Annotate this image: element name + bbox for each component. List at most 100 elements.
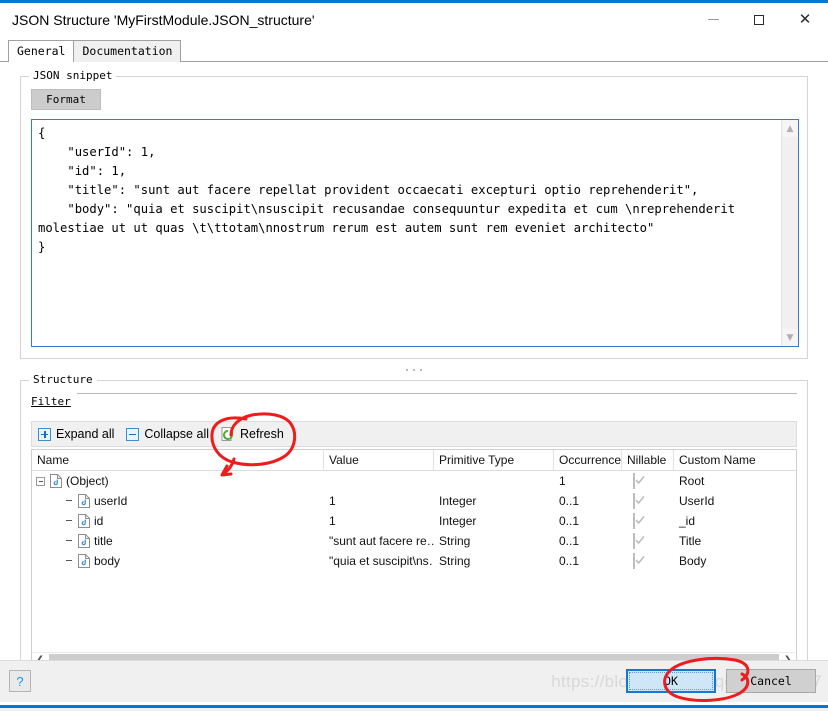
cell-occurrence: 1 (559, 474, 566, 488)
nillable-checkbox[interactable] (633, 553, 645, 569)
format-button[interactable]: Format (31, 89, 101, 110)
nillable-checkbox[interactable] (633, 493, 645, 509)
plus-box-icon (38, 427, 51, 441)
cell-custom-name[interactable]: Title (674, 531, 796, 551)
collapse-all-label: Collapse all (144, 427, 209, 441)
tree-header-row: Name Value Primitive Type Occurrence Nil… (32, 450, 796, 471)
tab-strip: General Documentation (0, 40, 828, 63)
cell-nillable (622, 471, 674, 491)
splitter-dot (406, 369, 408, 371)
collapse-all-button[interactable]: Collapse all (126, 427, 209, 441)
json-snippet-text: { "userId": 1, "id": 1, "title": "sunt a… (38, 126, 736, 254)
json-node-icon (78, 534, 90, 548)
cell-name: body (32, 551, 324, 571)
window-controls: ✕ (690, 3, 828, 36)
maximize-icon (754, 14, 764, 25)
node-label: body (94, 554, 121, 568)
json-node-icon (50, 474, 62, 488)
cell-name: (Object) (32, 471, 324, 491)
column-header-occurrence[interactable]: Occurrence (554, 450, 622, 470)
panel-splitter[interactable] (0, 364, 828, 376)
tree-indent (64, 557, 73, 566)
json-node-icon (78, 494, 90, 508)
dialog-footer: ? https://blog.csdn.net/qq_39243017 OK C… (0, 660, 828, 702)
json-node-icon (78, 554, 90, 568)
tree-indent (64, 517, 73, 526)
cell-primitive-type: String (439, 534, 471, 548)
scrollbar-thumb[interactable] (782, 137, 798, 329)
cell-custom-name[interactable]: Body (674, 551, 796, 571)
focus-outline (629, 672, 713, 690)
question-mark-icon: ? (16, 673, 24, 689)
expand-all-label: Expand all (56, 427, 115, 441)
refresh-icon (221, 426, 235, 442)
cell-name: userId (32, 491, 324, 511)
collapse-toggle-icon[interactable] (36, 476, 45, 486)
table-row[interactable]: userId 1 Integer 0..1 UserId (32, 491, 796, 511)
scroll-down-icon[interactable]: ▼ (782, 329, 798, 346)
structure-group-title: Structure (29, 373, 97, 386)
node-label: (Object) (66, 474, 109, 488)
table-row[interactable]: (Object) 1 Root (32, 471, 796, 491)
minus-box-icon (126, 427, 140, 441)
tree-indent (64, 497, 73, 506)
column-header-name[interactable]: Name (32, 450, 324, 470)
json-snippet-group-title: JSON snippet (29, 69, 117, 82)
cell-value: "sunt aut facere re… (329, 534, 434, 548)
cell-custom-name[interactable]: UserId (674, 491, 796, 511)
close-button[interactable]: ✕ (782, 3, 828, 36)
column-header-value[interactable]: Value (324, 450, 434, 470)
node-label: title (94, 534, 113, 548)
column-header-primitive-type[interactable]: Primitive Type (434, 450, 554, 470)
tab-documentation[interactable]: Documentation (73, 40, 182, 62)
cell-nillable (622, 511, 674, 531)
scroll-up-icon[interactable]: ▲ (782, 120, 798, 137)
cell-value: 1 (329, 514, 336, 528)
cell-name: title (32, 531, 324, 551)
help-button[interactable]: ? (9, 670, 31, 692)
filter-input[interactable] (77, 393, 797, 413)
nillable-checkbox[interactable] (633, 473, 645, 489)
nillable-checkbox[interactable] (633, 533, 645, 549)
splitter-dot (413, 369, 415, 371)
nillable-checkbox[interactable] (633, 513, 645, 529)
filter-row: Filter (31, 393, 797, 414)
dialog-body: JSON snippet Format { "userId": 1, "id":… (0, 62, 828, 683)
json-snippet-vertical-scrollbar[interactable]: ▲ ▼ (781, 120, 798, 346)
filter-label: Filter (31, 395, 71, 408)
json-snippet-editor[interactable]: { "userId": 1, "id": 1, "title": "sunt a… (31, 119, 799, 347)
table-row[interactable]: title "sunt aut facere re… String 0..1 Title (32, 531, 796, 551)
close-icon: ✕ (798, 10, 812, 28)
node-label: id (94, 514, 104, 528)
cell-occurrence: 0..1 (559, 554, 580, 568)
splitter-dot (420, 369, 422, 371)
cell-nillable (622, 531, 674, 551)
json-node-icon (78, 514, 90, 528)
json-snippet-group: JSON snippet Format { "userId": 1, "id":… (20, 69, 808, 359)
minimize-icon (707, 19, 719, 20)
cell-custom-name[interactable]: Root (674, 471, 796, 491)
structure-tree: Name Value Primitive Type Occurrence Nil… (31, 449, 797, 668)
cell-primitive-type: Integer (439, 514, 477, 528)
structure-toolbar: Expand all Collapse all Refresh (31, 421, 797, 447)
title-bar: JSON Structure 'MyFirstModule.JSON_struc… (0, 3, 828, 36)
column-header-nillable[interactable]: Nillable (622, 450, 674, 470)
table-row[interactable]: body "quia et suscipit\ns… String 0..1 Body (32, 551, 796, 571)
tree-rows: (Object) 1 Root userId 1 Integer 0..1 UserId id 1… (32, 471, 796, 571)
maximize-button[interactable] (736, 3, 782, 36)
node-label: userId (94, 494, 128, 508)
minimize-button[interactable] (690, 3, 736, 36)
ok-button[interactable]: OK (626, 669, 716, 693)
cell-custom-name[interactable]: _id (674, 511, 796, 531)
cell-occurrence: 0..1 (559, 514, 580, 528)
structure-group: Structure Filter Expand all Collapse all (20, 373, 808, 683)
table-row[interactable]: id 1 Integer 0..1 _id (32, 511, 796, 531)
cell-name: id (32, 511, 324, 531)
column-header-custom-name[interactable]: Custom Name (674, 450, 796, 470)
cancel-button[interactable]: Cancel (726, 669, 816, 693)
refresh-button[interactable]: Refresh (221, 426, 284, 442)
window-title: JSON Structure 'MyFirstModule.JSON_struc… (12, 11, 315, 28)
tab-general[interactable]: General (8, 40, 75, 63)
cell-occurrence: 0..1 (559, 494, 580, 508)
expand-all-button[interactable]: Expand all (38, 427, 114, 441)
